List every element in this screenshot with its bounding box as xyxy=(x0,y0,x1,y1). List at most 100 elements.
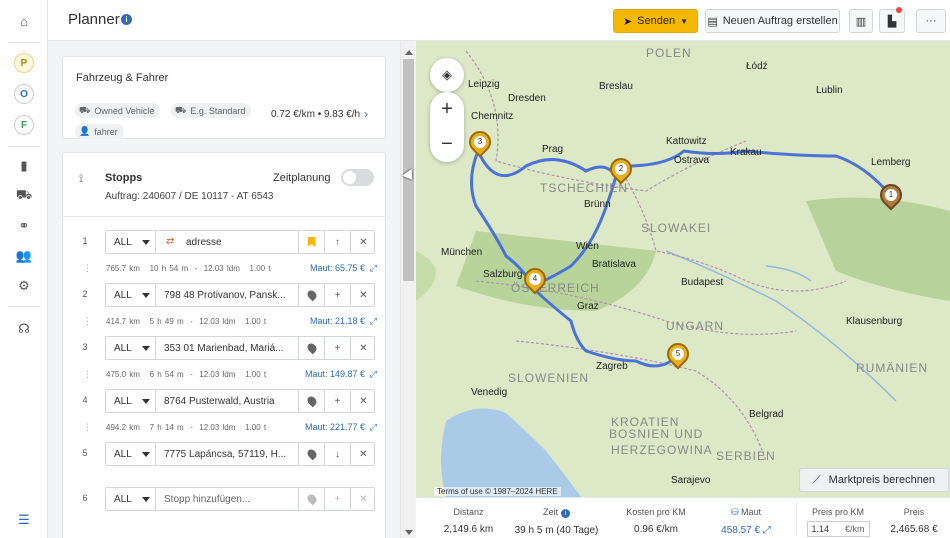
expand-icon[interactable]: ⤢ xyxy=(370,316,377,327)
add-stop-input[interactable]: Stopp hinzufügen... xyxy=(164,494,290,505)
leg-toll[interactable]: Maut: 21.18 € xyxy=(310,316,365,326)
leg-toll[interactable]: Maut: 65.75 € xyxy=(310,263,365,273)
location-button[interactable] xyxy=(298,443,324,465)
stop-number: 6 xyxy=(82,493,88,503)
leg-time: 7 h 14 m xyxy=(149,423,184,432)
route-map[interactable]: POLEN TSCHECHIEN SLOWAKEI UNGARN ÖSTERRE… xyxy=(416,41,950,497)
map-layers-button[interactable]: ◈ xyxy=(430,58,464,92)
expand-icon[interactable]: ⤢ xyxy=(370,369,377,380)
map-label: Lublin xyxy=(816,85,843,96)
move-down-button[interactable]: ↓ xyxy=(324,443,350,465)
remove-stop-button[interactable]: ✕ xyxy=(350,390,376,412)
market-price-button[interactable]: ⟋ Marktpreis berechnen xyxy=(799,468,949,492)
chevron-down-icon: ▼ xyxy=(680,16,689,26)
stop-number: 3 xyxy=(82,342,88,352)
statistics-button[interactable]: ▙ xyxy=(879,7,905,33)
leg-toll[interactable]: Maut: 149.87 € xyxy=(305,369,365,379)
expand-icon[interactable]: ⤢ xyxy=(370,422,377,433)
stop-type-select[interactable]: ALL xyxy=(106,443,156,465)
bookmark-icon[interactable]: ▮ xyxy=(12,154,36,178)
toll-value-row[interactable]: 458.57 € ⤢ xyxy=(706,525,786,536)
users-icon[interactable]: 👥 xyxy=(12,244,36,268)
stop-address-input[interactable]: adresse xyxy=(186,237,286,248)
driver-chip: 👤 fahrer xyxy=(75,124,124,139)
gear-icon[interactable]: ⚙ xyxy=(12,274,36,298)
layers-icon: ◈ xyxy=(442,67,452,82)
leg-time: 6 h 54 m xyxy=(149,370,184,379)
stop-type-select[interactable]: ALL xyxy=(106,231,156,253)
location-button[interactable] xyxy=(298,284,324,306)
map-label: POLEN xyxy=(646,46,692,60)
leg-info: ⋮ 475.0 km 6 h 54 m - 12.03 ldm 1.00 t M… xyxy=(63,368,385,382)
scroll-down-arrow-icon[interactable] xyxy=(405,530,413,535)
time-label: Zeit xyxy=(542,507,558,517)
truck-icon[interactable]: ⛟ xyxy=(12,184,36,208)
vehicle-driver-card[interactable]: Fahrzeug & Fahrer ⛟ Owned Vehicle ⛟ E.g. S… xyxy=(62,56,386,139)
rail-letter-f[interactable]: F xyxy=(14,115,34,135)
caret-down-icon xyxy=(142,399,150,404)
location-button[interactable] xyxy=(298,390,324,412)
collapse-menu-icon[interactable]: ☰ xyxy=(12,508,36,532)
handshake-icon[interactable]: ⚭ xyxy=(12,214,36,238)
stop-type-select[interactable]: ALL xyxy=(106,337,156,359)
stop-address-input[interactable]: 8764 Pusterwald, Austria xyxy=(164,396,290,407)
remove-stop-button[interactable]: ✕ xyxy=(350,284,376,306)
pdf-button[interactable]: ▥ xyxy=(849,9,873,33)
caret-down-icon xyxy=(142,240,150,245)
price-km-row: 1.14 €/km xyxy=(798,521,878,537)
more-options-button[interactable]: ··· xyxy=(916,9,946,33)
stop-number: 2 xyxy=(82,289,88,299)
leg-weight: 1.00 t xyxy=(245,370,267,379)
zoom-out-button[interactable]: − xyxy=(430,127,464,162)
stop-type-select[interactable]: ALL xyxy=(106,488,156,510)
summary-cost: Kosten pro KM 0.96 €/km xyxy=(606,498,706,538)
rail-letter-p[interactable]: P xyxy=(14,53,34,73)
map-attribution[interactable]: Terms of use © 1987–2024 HERE xyxy=(434,487,561,496)
info-icon[interactable]: i xyxy=(561,509,570,518)
remove-stop-button[interactable]: ✕ xyxy=(350,231,376,253)
pin-number: 4 xyxy=(529,273,541,285)
chevron-right-icon[interactable]: › xyxy=(364,107,368,121)
bookmark-button[interactable] xyxy=(298,231,324,253)
rail-letter-o[interactable]: O xyxy=(14,84,34,104)
ellipsis-icon: ··· xyxy=(925,15,937,27)
move-up-button[interactable]: ↑ xyxy=(324,231,350,253)
send-button[interactable]: ➤ Senden ▼ xyxy=(613,9,698,33)
stop-field: ALL ⇄ adresse ↑ ✕ xyxy=(105,230,375,254)
zoom-in-button[interactable]: + xyxy=(430,92,464,127)
support-icon[interactable]: ☊ xyxy=(12,317,36,341)
info-icon[interactable]: i xyxy=(121,14,132,25)
map-label: Belgrad xyxy=(749,409,784,420)
leg-toll[interactable]: Maut: 221.77 € xyxy=(305,422,365,432)
toll-label: Maut xyxy=(741,507,762,517)
stop-address-input[interactable]: 353 01 Marienbad, Mariá... xyxy=(164,343,290,354)
plus-icon: + xyxy=(334,289,341,301)
divider xyxy=(63,216,385,217)
add-stop-button[interactable]: + xyxy=(324,390,350,412)
stop-address-input[interactable]: 7775 Lapáncsa, 57119, H... xyxy=(164,449,290,460)
add-stop-button[interactable]: + xyxy=(324,284,350,306)
map-label: SLOWAKEI xyxy=(641,221,712,235)
time-planning-toggle[interactable] xyxy=(341,169,374,186)
add-stop-button[interactable]: + xyxy=(324,337,350,359)
expand-icon: ⤢ xyxy=(762,525,771,536)
map-pin-icon xyxy=(305,288,318,302)
leg-connector: ⋮ xyxy=(83,316,92,326)
new-order-button[interactable]: ▤ Neuen Auftrag erstellen xyxy=(705,9,840,33)
price-per-km-input[interactable]: 1.14 €/km xyxy=(806,521,870,537)
map-label: Chemnitz xyxy=(471,111,514,122)
remove-stop-button[interactable]: ✕ xyxy=(350,337,376,359)
expand-icon[interactable]: ⤢ xyxy=(370,263,377,274)
map-label: Leipzig xyxy=(468,79,500,90)
stop-row: 4 ALL 8764 Pusterwald, Austria + ✕ xyxy=(63,389,385,413)
stop-address-input[interactable]: 798 48 Protivanov, Pansk... xyxy=(164,290,290,301)
remove-stop-button[interactable]: ✕ xyxy=(350,443,376,465)
home-icon[interactable]: ⌂ xyxy=(12,9,36,33)
pin-number: 3 xyxy=(474,136,486,148)
stop-type-select[interactable]: ALL xyxy=(106,284,156,306)
scroll-up-arrow-icon[interactable] xyxy=(405,50,413,55)
panel-scrollbar[interactable] xyxy=(400,41,415,538)
stop-type-select[interactable]: ALL xyxy=(106,390,156,412)
location-button[interactable] xyxy=(298,337,324,359)
map-label: Wien xyxy=(576,241,599,252)
